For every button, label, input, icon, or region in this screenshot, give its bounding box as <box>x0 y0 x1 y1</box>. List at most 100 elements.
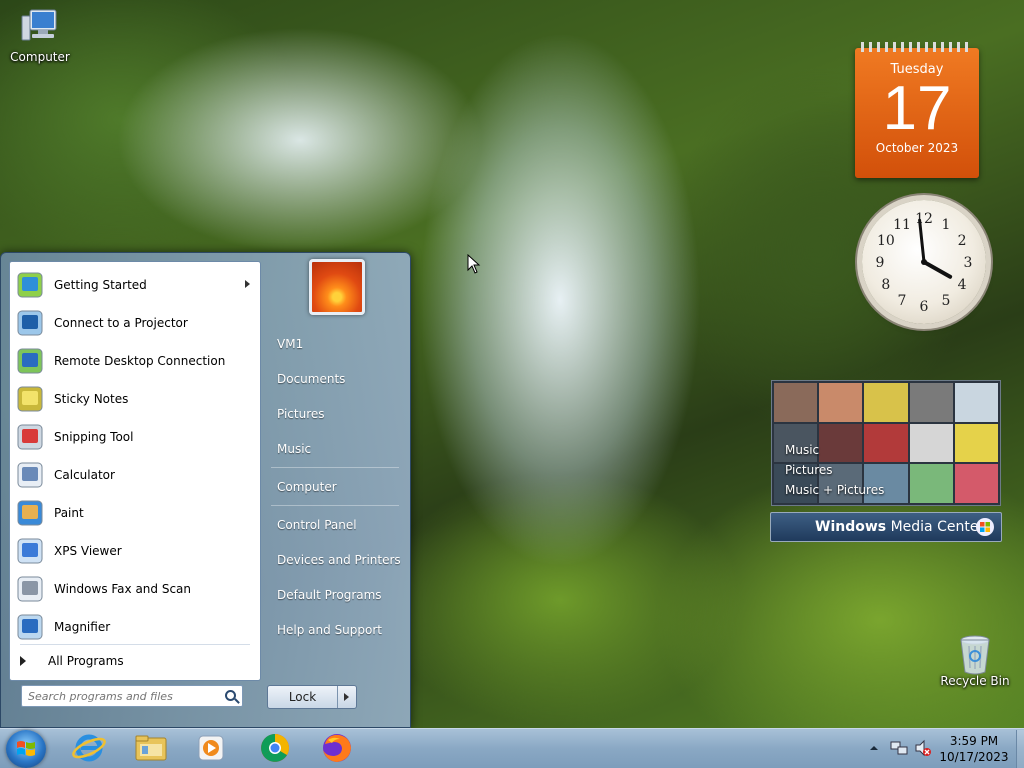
program-item-magnifier[interactable]: Magnifier <box>10 608 260 646</box>
file-explorer-taskbar-button[interactable] <box>128 730 174 766</box>
media-center-gadget[interactable]: Music Pictures Music + Pictures Windows … <box>770 380 1002 542</box>
chrome-icon <box>261 734 289 762</box>
program-label: XPS Viewer <box>54 544 122 558</box>
places-separator <box>271 505 399 506</box>
program-label: Windows Fax and Scan <box>54 582 192 596</box>
program-item-calculator[interactable]: Calculator <box>10 456 260 494</box>
media-tile <box>774 383 818 422</box>
media-player-taskbar-button[interactable] <box>188 730 234 766</box>
all-programs-button[interactable]: All Programs <box>20 654 124 668</box>
clock-numeral: 3 <box>964 255 973 271</box>
recycle-bin-icon <box>953 632 997 675</box>
media-center-pictures[interactable]: Pictures <box>785 460 884 480</box>
media-center-music-pictures[interactable]: Music + Pictures <box>785 480 884 500</box>
network-icon <box>890 741 908 755</box>
internet-explorer-taskbar-button[interactable] <box>66 730 112 766</box>
media-tile <box>864 383 908 422</box>
media-center-music[interactable]: Music <box>785 440 884 460</box>
search-icon[interactable] <box>225 690 236 701</box>
clock-numeral: 12 <box>915 211 933 227</box>
media-tile <box>954 423 998 463</box>
clock-hub <box>921 259 927 265</box>
clock-gadget[interactable]: 12 1 2 3 4 5 6 7 8 9 10 11 <box>862 200 986 324</box>
calendar-gadget[interactable]: Tuesday 17 October 2023 <box>855 42 979 178</box>
program-item-sticky-notes[interactable]: Sticky Notes <box>10 380 260 418</box>
program-item-remote-desktop[interactable]: Remote Desktop Connection <box>10 342 260 380</box>
program-label: Connect to a Projector <box>54 316 188 330</box>
media-tile <box>909 423 953 463</box>
file-explorer-icon <box>135 735 167 761</box>
place-item-default-programs[interactable]: Default Programs <box>267 580 405 610</box>
place-item-documents[interactable]: Documents <box>267 364 405 394</box>
remote-desktop-icon <box>14 345 46 377</box>
sticky-notes-icon <box>14 383 46 415</box>
clock-face: 12 12 3 45678 9 1011 <box>876 211 973 315</box>
calendar-day-number: 17 <box>882 74 952 143</box>
clock-numeral: 1 <box>942 217 951 233</box>
program-label: Calculator <box>54 468 115 482</box>
search-input[interactable] <box>22 686 212 706</box>
start-menu: Getting Started Connect to a Projector Rem… <box>0 252 411 728</box>
computer-desktop-label: Computer <box>10 50 70 64</box>
lock-button[interactable]: Lock <box>267 685 357 709</box>
place-item-devices-and-printers[interactable]: Devices and Printers <box>267 545 405 575</box>
user-picture[interactable] <box>309 259 365 315</box>
paint-icon <box>14 497 46 529</box>
media-center-brand-bar[interactable]: Windows Media Center <box>770 512 1002 542</box>
all-programs-arrow-icon <box>20 656 26 666</box>
media-tile <box>954 464 998 503</box>
taskbar-clock[interactable]: 3:59 PM 10/17/2023 <box>930 733 1018 765</box>
places-separator <box>271 467 399 468</box>
place-item-vm1[interactable]: VM1 <box>267 329 405 359</box>
program-item-getting-started[interactable]: Getting Started <box>10 266 260 304</box>
media-center-brand-rest: Media Center <box>886 519 985 535</box>
media-center-brand-bold: Windows <box>815 519 887 535</box>
calculator-icon <box>14 459 46 491</box>
start-button[interactable] <box>6 730 46 768</box>
network-tray-button[interactable] <box>890 739 908 760</box>
firefox-taskbar-button[interactable] <box>314 730 360 766</box>
chrome-taskbar-button[interactable] <box>252 730 298 766</box>
windows-logo-icon <box>976 518 994 536</box>
media-tile <box>819 383 863 422</box>
shutdown-options-arrow-icon[interactable] <box>338 686 356 708</box>
show-hidden-icons-button[interactable] <box>868 742 880 756</box>
clock-numeral: 9 <box>876 255 885 271</box>
programs-separator <box>20 644 250 645</box>
start-search-box[interactable] <box>21 685 243 707</box>
program-item-projector[interactable]: Connect to a Projector <box>10 304 260 342</box>
media-center-menu: Music Pictures Music + Pictures <box>785 440 884 500</box>
getting-started-icon <box>14 269 46 301</box>
calendar-month-year: October 2023 <box>875 141 959 155</box>
recycle-bin-desktop-icon[interactable]: Recycle Bin <box>935 632 1015 688</box>
program-label: Paint <box>54 506 84 520</box>
program-item-xps-viewer[interactable]: XPS Viewer <box>10 532 260 570</box>
program-item-paint[interactable]: Paint <box>10 494 260 532</box>
place-item-music[interactable]: Music <box>267 434 405 464</box>
program-item-snipping-tool[interactable]: Snipping Tool <box>10 418 260 456</box>
media-tile <box>909 464 953 503</box>
mouse-cursor-icon <box>467 254 481 274</box>
lock-label: Lock <box>268 686 338 708</box>
program-label: Snipping Tool <box>54 430 134 444</box>
clock-numeral: 6 <box>920 299 929 315</box>
chevron-up-icon <box>870 746 878 750</box>
media-tile <box>909 383 953 422</box>
place-item-help-and-support[interactable]: Help and Support <box>267 615 405 645</box>
media-tile <box>954 383 998 422</box>
show-desktop-button[interactable] <box>1016 730 1024 768</box>
program-item-fax-scan[interactable]: Windows Fax and Scan <box>10 570 260 608</box>
submenu-arrow-icon[interactable] <box>245 280 250 288</box>
program-label: Remote Desktop Connection <box>54 354 226 368</box>
projector-icon <box>14 307 46 339</box>
taskbar-date: 10/17/2023 <box>939 750 1009 764</box>
fax-scan-icon <box>14 573 46 605</box>
place-item-pictures[interactable]: Pictures <box>267 399 405 429</box>
windows-flag-icon <box>17 741 35 756</box>
computer-desktop-icon[interactable]: Computer <box>0 8 80 64</box>
place-item-computer[interactable]: Computer <box>267 472 405 502</box>
recycle-bin-label: Recycle Bin <box>940 674 1010 688</box>
clock-hour-hand <box>922 260 953 279</box>
calendar-day-of-week: Tuesday <box>890 62 944 77</box>
place-item-control-panel[interactable]: Control Panel <box>267 510 405 540</box>
